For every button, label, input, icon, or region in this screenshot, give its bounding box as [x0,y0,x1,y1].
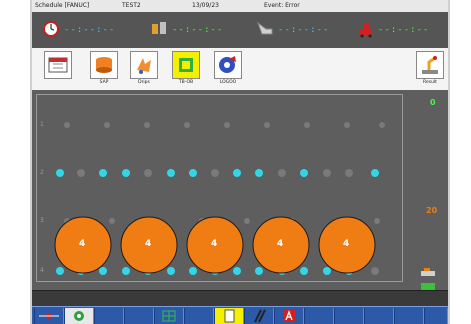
work-area: 4 4 4 4 4 1 2 3 4 0 20 [32,90,448,290]
status-bar: --:--:-- --:--:-- --:--:-- --:--:-- [32,12,448,49]
machine-label-1[interactable]: 4 [79,239,85,249]
disc-icon [219,56,236,73]
machine-label-5[interactable]: 4 [343,239,349,249]
spindle-icon [256,20,274,38]
machine-label-3[interactable]: 4 [211,239,217,249]
event-label: Event: Error [264,2,300,9]
row-1-indicators [64,122,385,128]
empty-button-4[interactable] [304,308,334,324]
database-icon [96,57,112,73]
network-icon [39,313,59,319]
drips-icon [137,58,151,74]
result-button[interactable] [416,51,444,79]
layout-field: 4 4 4 4 4 1 2 3 4 [36,94,403,282]
empty-button-6[interactable] [364,308,394,324]
search-icon [74,311,84,321]
toolbar-label-logoo: LOGOO [219,80,237,85]
row-label-3: 3 [40,217,44,224]
robot-small-icon [420,262,438,276]
grid-icon [162,310,176,322]
empty-button-2[interactable] [124,308,154,324]
tools-button[interactable] [244,308,274,324]
row-2-indicators [56,169,379,177]
clock-icon [42,20,60,38]
document-button[interactable] [214,308,244,324]
drips-button[interactable] [130,51,158,79]
alert-button[interactable] [274,308,304,324]
calendar-icon [48,57,68,73]
toolbar: SAP Drips TB-OB LOGOO Result [32,48,448,91]
timer-display: --:--:-- [64,25,116,35]
app-window: Schedule [FANUC] TEST2 13/09/23 Event: E… [30,0,450,324]
empty-button-7[interactable] [394,308,424,324]
right-mid-value: 20 [426,206,438,215]
machine-label-4[interactable]: 4 [277,239,283,249]
alert-icon [283,310,295,322]
toolbar-label-sap: SAP [99,80,109,85]
function-taskbar [32,306,448,324]
empty-button-3[interactable] [184,308,214,324]
machine-name: TEST2 [122,2,141,9]
row-label-1: 1 [40,121,44,128]
calendar-button[interactable] [44,51,72,79]
empty-button-5[interactable] [334,308,364,324]
empty-button-1[interactable] [94,308,124,324]
network-button[interactable] [34,308,64,324]
app-title: Schedule [FANUC] [35,2,90,9]
parts-display: --:--:-- [172,25,224,35]
bottom-status-strip [32,290,448,307]
robot-display: --:--:-- [378,25,430,35]
date-label: 13/09/23 [192,2,219,9]
logoo-button[interactable] [214,51,242,79]
grid-button[interactable] [154,308,184,324]
status-small-icon [420,276,438,290]
slash-icon [254,309,266,323]
robot-icon [358,20,376,38]
toolbar-label-tbob: TB-OB [178,80,194,85]
empty-button-8[interactable] [424,308,448,324]
sap-button[interactable] [90,51,118,79]
spindle-display: --:--:-- [278,25,330,35]
right-top-value: 0 [430,98,436,107]
toolbar-label-drips: Drips [138,80,150,85]
parts-icon [150,20,168,38]
search-button[interactable] [64,308,94,324]
field-canvas [54,122,385,275]
robot-arm-icon [422,56,438,74]
tbob-icon [179,58,193,72]
machine-label-2[interactable]: 4 [145,239,151,249]
toolbar-label-result: Result [423,80,437,85]
document-icon [224,309,235,323]
row-label-4: 4 [40,267,44,274]
tbob-button[interactable] [172,51,200,79]
row-label-2: 2 [40,169,44,176]
